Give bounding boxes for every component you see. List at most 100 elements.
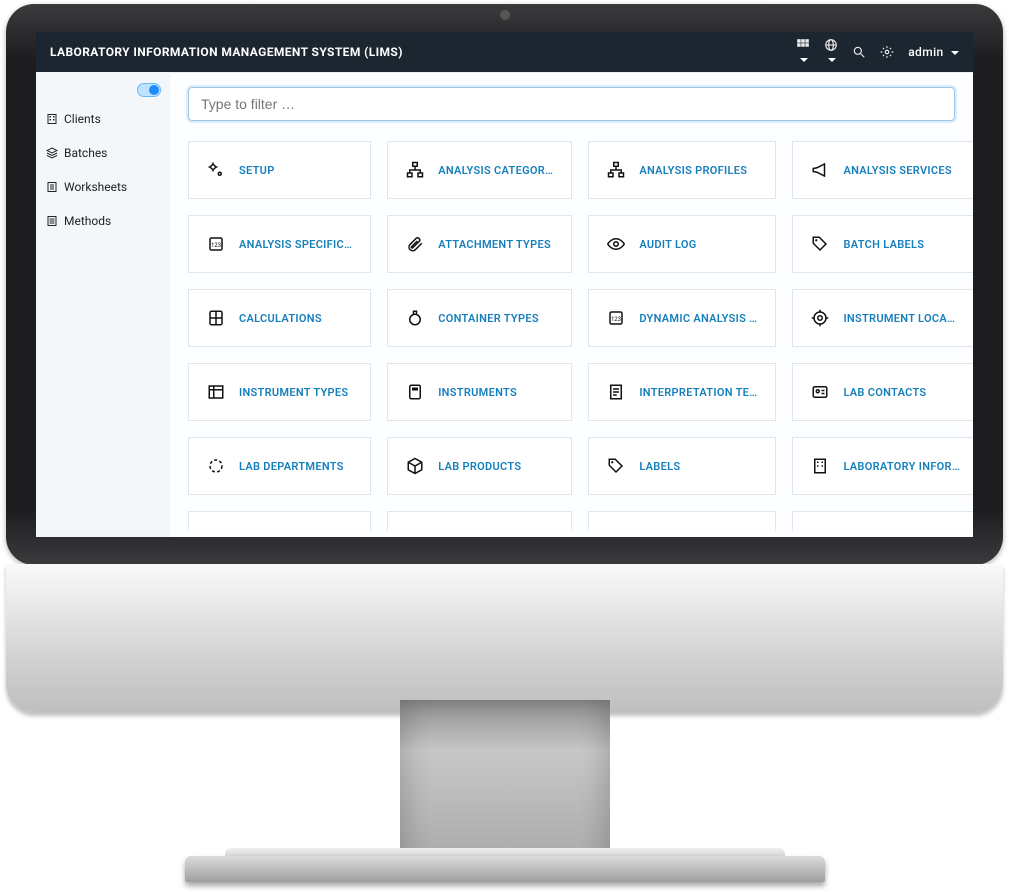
- settings-button[interactable]: [880, 45, 894, 59]
- card-label: INSTRUMENT LOCA…: [843, 312, 955, 325]
- target-icon: [811, 309, 829, 327]
- card-label: LABELS: [639, 460, 680, 473]
- cube-icon: [406, 457, 424, 475]
- building-icon: [811, 457, 829, 475]
- chevron-down-icon: [951, 51, 959, 55]
- card-setup[interactable]: SETUP: [188, 141, 371, 199]
- flask-icon: [406, 309, 424, 327]
- sidebar-item-methods[interactable]: Methods: [36, 204, 170, 238]
- topbar: LABORATORY INFORMATION MANAGEMENT SYSTEM…: [36, 32, 973, 72]
- card-attachment-types[interactable]: ATTACHMENT TYPES: [387, 215, 572, 273]
- sidebar: Clients Batches Worksheets Methods: [36, 72, 170, 537]
- app-title: LABORATORY INFORMATION MANAGEMENT SYSTEM…: [50, 45, 796, 59]
- card-label: ANALYSIS SERVICES: [843, 164, 951, 177]
- spec-icon: 123: [207, 235, 225, 253]
- table-icon: [207, 383, 225, 401]
- sidebar-item-label: Methods: [64, 214, 111, 228]
- card-label: ATTACHMENT TYPES: [438, 238, 551, 251]
- card-laboratory-information[interactable]: LABORATORY INFOR…: [792, 437, 973, 495]
- card-analysis-categories[interactable]: ANALYSIS CATEGOR…: [387, 141, 572, 199]
- card-label: LAB PRODUCTS: [438, 460, 521, 473]
- card-analysis-services[interactable]: ANALYSIS SERVICES: [792, 141, 973, 199]
- card-calculations[interactable]: CALCULATIONS: [188, 289, 371, 347]
- sidebar-item-clients[interactable]: Clients: [36, 102, 170, 136]
- search-icon: [852, 45, 866, 59]
- card-analysis-specifications[interactable]: 123 ANALYSIS SPECIFIC…: [188, 215, 371, 273]
- card-audit-log[interactable]: AUDIT LOG: [588, 215, 776, 273]
- card-analysis-profiles[interactable]: ANALYSIS PROFILES: [588, 141, 776, 199]
- tag-icon: [811, 235, 829, 253]
- card-label: BATCH LABELS: [843, 238, 924, 251]
- list-icon: [46, 215, 58, 227]
- chevron-down-icon: [800, 58, 808, 62]
- tag-icon: [607, 457, 625, 475]
- card-lab-departments[interactable]: LAB DEPARTMENTS: [188, 437, 371, 495]
- screen: LABORATORY INFORMATION MANAGEMENT SYSTEM…: [36, 32, 973, 537]
- grid-icon: [796, 38, 810, 52]
- card-partial[interactable]: [588, 511, 776, 531]
- building-icon: [46, 113, 58, 125]
- sidebar-item-label: Clients: [64, 112, 101, 126]
- sidebar-toggle-row: [36, 82, 170, 102]
- id-card-icon: [811, 383, 829, 401]
- sitemap-icon: [406, 161, 424, 179]
- monitor-bezel: LABORATORY INFORMATION MANAGEMENT SYSTEM…: [6, 4, 1003, 565]
- monitor-stand-foot: [185, 856, 825, 882]
- user-label: admin: [908, 45, 943, 59]
- card-label: CONTAINER TYPES: [438, 312, 539, 325]
- monitor-chin: [6, 564, 1003, 712]
- sidebar-item-worksheets[interactable]: Worksheets: [36, 170, 170, 204]
- calculator-icon: [207, 309, 225, 327]
- gears-icon: [207, 161, 225, 179]
- sidebar-item-label: Batches: [64, 146, 107, 160]
- stack-icon: [46, 147, 58, 159]
- card-label: LABORATORY INFOR…: [843, 460, 960, 473]
- svg-text:123: 123: [611, 316, 621, 323]
- chevron-down-icon: [828, 58, 836, 62]
- paperclip-icon: [406, 235, 424, 253]
- monitor-stand-neck: [400, 700, 610, 870]
- card-label: ANALYSIS CATEGOR…: [438, 164, 553, 177]
- svg-text:123: 123: [211, 242, 221, 249]
- card-batch-labels[interactable]: BATCH LABELS: [792, 215, 973, 273]
- gear-icon: [880, 45, 894, 59]
- topbar-controls: admin: [796, 38, 959, 66]
- card-grid: SETUP ANALYSIS CATEGOR… ANALYSIS PROFILE…: [188, 141, 955, 531]
- card-label: LAB DEPARTMENTS: [239, 460, 344, 473]
- spec-icon: 123: [607, 309, 625, 327]
- card-label: AUDIT LOG: [639, 238, 696, 251]
- apps-menu[interactable]: [796, 38, 810, 66]
- card-label: INSTRUMENT TYPES: [239, 386, 348, 399]
- globe-icon: [824, 38, 838, 52]
- sidebar-item-label: Worksheets: [64, 180, 127, 194]
- worksheet-icon: [46, 181, 58, 193]
- card-lab-products[interactable]: LAB PRODUCTS: [387, 437, 572, 495]
- sidebar-item-batches[interactable]: Batches: [36, 136, 170, 170]
- user-menu[interactable]: admin: [908, 45, 959, 59]
- card-lab-contacts[interactable]: LAB CONTACTS: [792, 363, 973, 421]
- card-partial[interactable]: [188, 511, 371, 531]
- app-body: Clients Batches Worksheets Methods: [36, 72, 973, 537]
- language-menu[interactable]: [824, 38, 838, 66]
- search-button[interactable]: [852, 45, 866, 59]
- card-label: ANALYSIS SPECIFIC…: [239, 238, 352, 251]
- card-dynamic-analysis[interactable]: 123 DYNAMIC ANALYSIS …: [588, 289, 776, 347]
- card-labels[interactable]: LABELS: [588, 437, 776, 495]
- card-label: ANALYSIS PROFILES: [639, 164, 747, 177]
- card-label: CALCULATIONS: [239, 312, 322, 325]
- eye-icon: [607, 235, 625, 253]
- card-partial[interactable]: [792, 511, 973, 531]
- sidebar-toggle[interactable]: [138, 84, 160, 96]
- card-instrument-types[interactable]: INSTRUMENT TYPES: [188, 363, 371, 421]
- filter-input[interactable]: [188, 87, 955, 121]
- card-partial[interactable]: [387, 511, 572, 531]
- card-instrument-locations[interactable]: INSTRUMENT LOCA…: [792, 289, 973, 347]
- card-label: LAB CONTACTS: [843, 386, 926, 399]
- card-interpretation-templates[interactable]: INTERPRETATION TE…: [588, 363, 776, 421]
- ring-icon: [207, 457, 225, 475]
- card-container-types[interactable]: CONTAINER TYPES: [387, 289, 572, 347]
- card-label: INTERPRETATION TE…: [639, 386, 757, 399]
- main-area: SETUP ANALYSIS CATEGOR… ANALYSIS PROFILE…: [170, 72, 973, 537]
- webcam-dot: [500, 10, 510, 20]
- card-instruments[interactable]: INSTRUMENTS: [387, 363, 572, 421]
